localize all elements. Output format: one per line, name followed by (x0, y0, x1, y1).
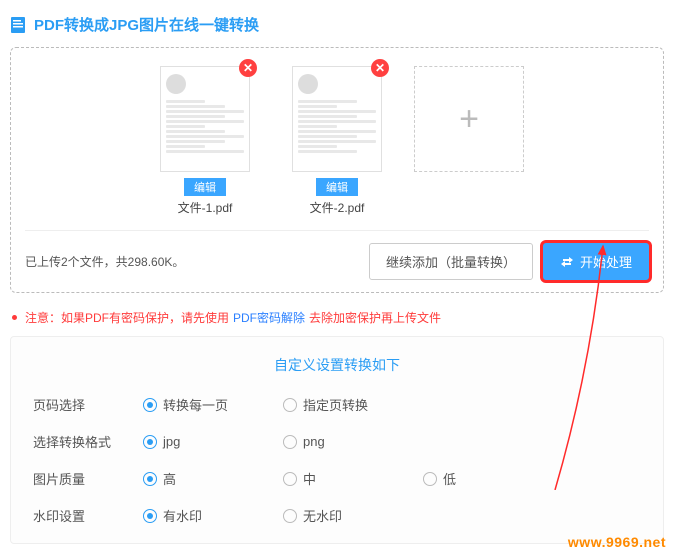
setting-row: 图片质量 高 中 低 (33, 469, 641, 488)
edit-button[interactable]: 编辑 (184, 178, 226, 196)
file-item: ✕ 编辑 文件-2.pdf (282, 66, 392, 216)
radio-option[interactable]: jpg (143, 434, 283, 449)
radio-label: jpg (163, 434, 180, 449)
radio-label: 无水印 (303, 506, 342, 525)
convert-icon (560, 255, 574, 269)
password-notice: 注意：如果PDF有密码保护，请先使用 PDF密码解除 去除加密保护再上传文件 (12, 309, 664, 326)
radio-icon (423, 472, 437, 486)
setting-label: 选择转换格式 (33, 432, 143, 451)
setting-label: 水印设置 (33, 506, 143, 525)
setting-label: 页码选择 (33, 395, 143, 414)
plus-icon: + (459, 100, 479, 139)
file-thumbnail[interactable]: ✕ (292, 66, 382, 172)
files-row: ✕ 编辑 文件-1.pdf ✕ (25, 66, 649, 216)
settings-title: 自定义设置转换如下 (33, 355, 641, 375)
file-name: 文件-2.pdf (310, 199, 365, 216)
continue-add-button[interactable]: 继续添加（批量转换） (369, 243, 533, 280)
settings-panel: 自定义设置转换如下 页码选择 转换每一页 指定页转换选择转换格式 jpg png 图片质量… (10, 336, 664, 544)
add-file-dropzone[interactable]: + (414, 66, 524, 172)
bottom-bar: 已上传2个文件，共298.60K。 继续添加（批量转换） 开始处理 (25, 230, 649, 280)
radio-option[interactable]: 高 (143, 469, 283, 488)
remove-file-button[interactable]: ✕ (239, 59, 257, 77)
file-name: 文件-1.pdf (178, 199, 233, 216)
start-label: 开始处理 (580, 252, 632, 271)
start-process-button[interactable]: 开始处理 (543, 243, 649, 280)
radio-icon (143, 435, 157, 449)
password-remove-link[interactable]: PDF密码解除 (233, 309, 305, 326)
radio-option[interactable]: 低 (423, 469, 563, 488)
upload-status: 已上传2个文件，共298.60K。 (25, 253, 184, 270)
radio-icon (283, 509, 297, 523)
setting-row: 水印设置 有水印 无水印 (33, 506, 641, 525)
watermark-text: www.9969.net (568, 534, 666, 550)
bullet-icon (12, 315, 17, 320)
radio-icon (143, 509, 157, 523)
radio-icon (143, 472, 157, 486)
radio-label: 转换每一页 (163, 395, 228, 414)
radio-icon (283, 435, 297, 449)
radio-group: 有水印 无水印 (143, 506, 423, 525)
radio-label: 指定页转换 (303, 395, 368, 414)
radio-label: png (303, 434, 325, 449)
remove-file-button[interactable]: ✕ (371, 59, 389, 77)
notice-suffix: 去除加密保护再上传文件 (309, 309, 441, 326)
radio-group: 转换每一页 指定页转换 (143, 395, 423, 414)
setting-row: 页码选择 转换每一页 指定页转换 (33, 395, 641, 414)
radio-icon (283, 398, 297, 412)
radio-option[interactable]: 有水印 (143, 506, 283, 525)
file-thumbnail[interactable]: ✕ (160, 66, 250, 172)
radio-option[interactable]: 转换每一页 (143, 395, 283, 414)
setting-row: 选择转换格式 jpg png (33, 432, 641, 451)
radio-option[interactable]: 中 (283, 469, 423, 488)
radio-group: jpg png (143, 434, 423, 449)
radio-group: 高中低 (143, 469, 563, 488)
radio-label: 有水印 (163, 506, 202, 525)
document-icon (10, 16, 26, 34)
file-item: ✕ 编辑 文件-1.pdf (150, 66, 260, 216)
edit-button[interactable]: 编辑 (316, 178, 358, 196)
radio-icon (143, 398, 157, 412)
radio-label: 中 (303, 469, 316, 488)
radio-option[interactable]: 指定页转换 (283, 395, 423, 414)
radio-option[interactable]: png (283, 434, 423, 449)
setting-label: 图片质量 (33, 469, 143, 488)
radio-icon (283, 472, 297, 486)
notice-prefix: 注意：如果PDF有密码保护，请先使用 (25, 309, 229, 326)
radio-label: 高 (163, 469, 176, 488)
title-text: PDF转换成JPG图片在线一键转换 (34, 14, 259, 35)
radio-label: 低 (443, 469, 456, 488)
upload-area: ✕ 编辑 文件-1.pdf ✕ (10, 47, 664, 293)
page-title: PDF转换成JPG图片在线一键转换 (10, 14, 664, 35)
radio-option[interactable]: 无水印 (283, 506, 423, 525)
